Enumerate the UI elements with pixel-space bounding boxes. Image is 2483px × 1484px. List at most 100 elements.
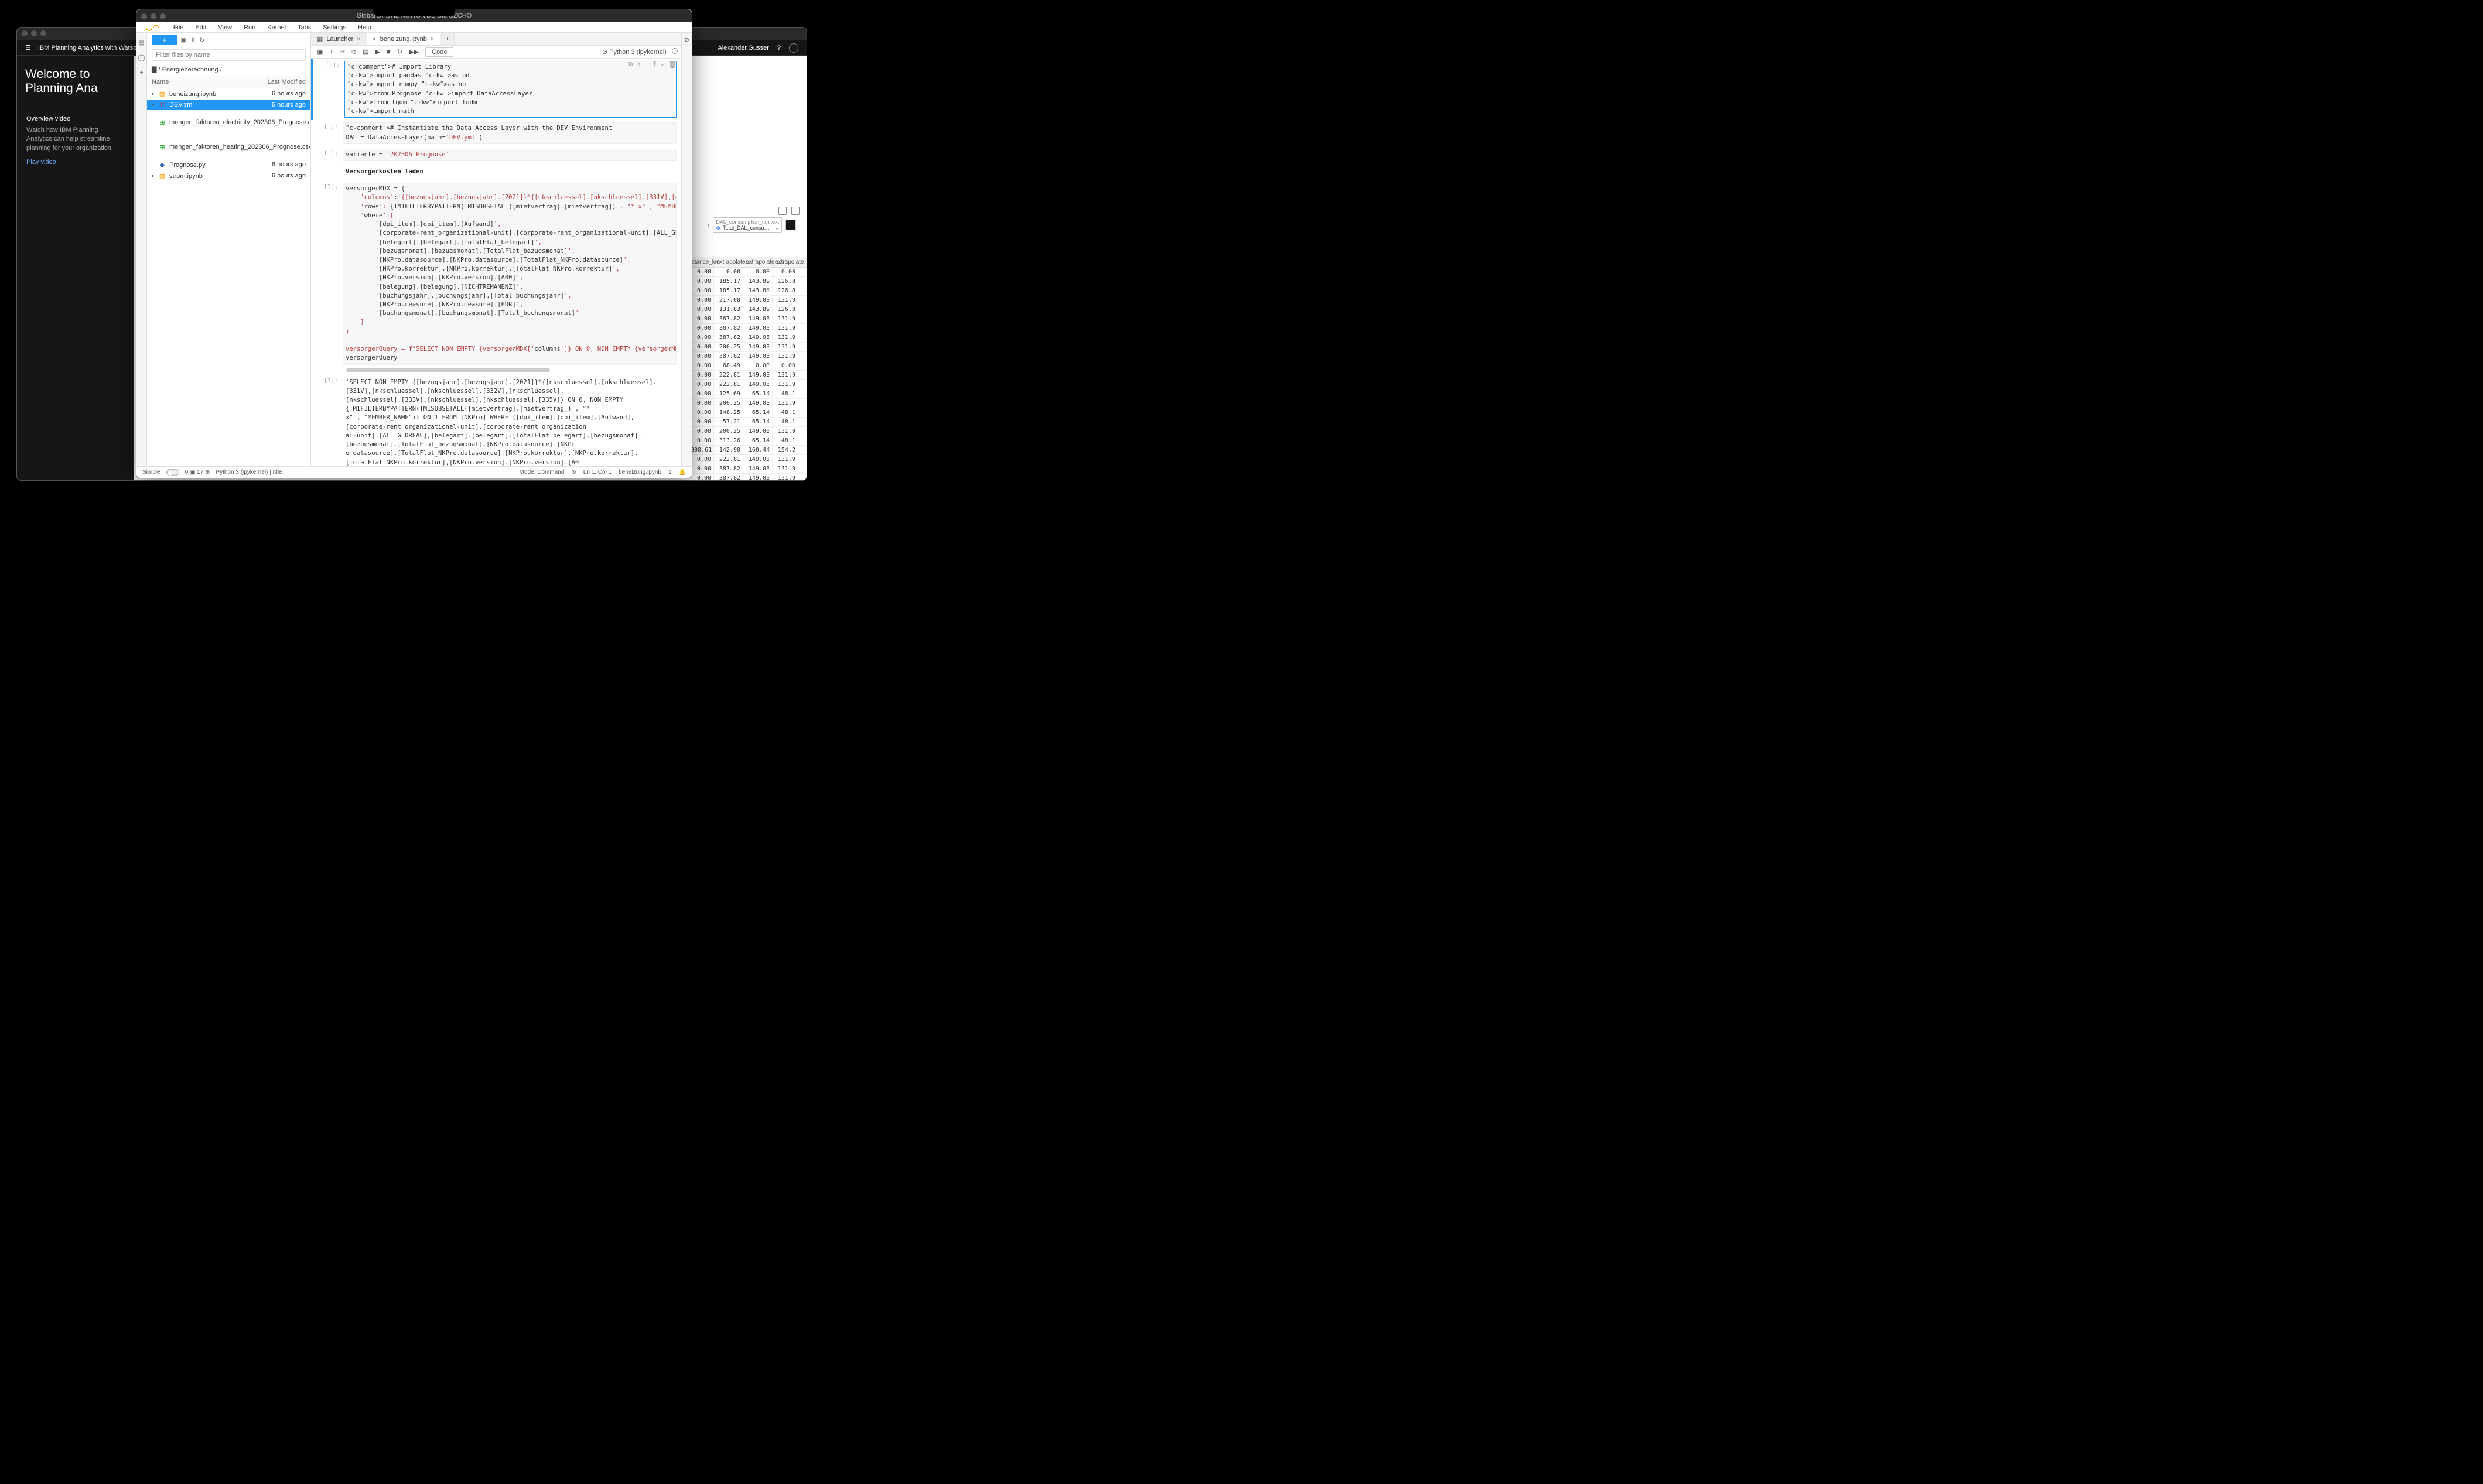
kernel-name[interactable]: Python 3 (ipykernel) xyxy=(609,49,667,56)
move-down-icon[interactable]: ↓ xyxy=(645,61,649,69)
table-row[interactable]: 0.00313.2665.1448.1 xyxy=(685,436,807,446)
table-row[interactable]: 0.0068.490.000.00 xyxy=(685,361,807,371)
watson-traffic-lights[interactable] xyxy=(22,30,50,38)
menu-settings[interactable]: Settings xyxy=(318,23,351,32)
help-icon[interactable]: ? xyxy=(777,45,781,52)
property-inspector-icon[interactable]: ⚙ xyxy=(682,33,692,47)
paste-icon[interactable]: ▤ xyxy=(363,49,368,56)
table-row[interactable]: 0.00200.25149.03131.9 xyxy=(685,343,807,352)
file-filter-input[interactable] xyxy=(152,49,306,61)
table-row[interactable]: 0.00387.82149.03131.9 xyxy=(685,474,807,480)
save-icon[interactable]: ▣ xyxy=(317,49,323,56)
watson-username[interactable]: Alexander.Gusser xyxy=(718,45,769,52)
menu-kernel[interactable]: Kernel xyxy=(262,23,291,32)
insert-above-icon[interactable]: ⤒ xyxy=(653,61,656,69)
scroll-left-icon[interactable]: ‹ xyxy=(707,221,709,229)
menu-tabs[interactable]: Tabs xyxy=(293,23,316,32)
file-row[interactable]: ⊞mengen_faktoren_electricity_202306_Prog… xyxy=(147,110,310,135)
table-row[interactable]: 0.00200.25149.03131.9 xyxy=(685,399,807,408)
table-row[interactable]: 0.00222.81149.03131.9 xyxy=(685,380,807,389)
cell-1[interactable]: [ ]: "c-comment"># Import Library "c-kw"… xyxy=(311,59,681,120)
add-cell-icon[interactable]: + xyxy=(329,49,333,56)
tab-beheizung[interactable]: • beheizung.ipynb × xyxy=(367,33,441,45)
table-row[interactable]: 0.000.000.000.00 xyxy=(685,268,807,277)
cell-3[interactable]: [ ]: variante = '202306_Prognose' xyxy=(311,146,681,163)
status-kernel[interactable]: Python 3 (ipykernel) | Idle xyxy=(216,469,282,476)
new-folder-icon[interactable]: ▣ xyxy=(181,36,187,44)
trusted-icon[interactable]: ⊘ xyxy=(602,49,607,56)
move-up-icon[interactable]: ↑ xyxy=(637,61,641,69)
copy-icon[interactable]: ⧉ xyxy=(351,49,356,56)
col-extrap1[interactable]: extrapolate… xyxy=(714,257,743,267)
chevron-down-icon[interactable]: ⌄ xyxy=(774,225,779,231)
upload-icon[interactable]: ⇧ xyxy=(190,36,196,44)
table-row[interactable]: 0.00222.81149.03131.9 xyxy=(685,371,807,380)
close-icon[interactable]: × xyxy=(357,36,360,43)
menu-file[interactable]: File xyxy=(169,23,189,32)
table-row[interactable]: 0.00200.25149.03131.9 xyxy=(685,427,807,436)
cell-4[interactable]: [7]: versorgerMDX = { 'columns':'{[bezug… xyxy=(311,180,681,367)
table-row[interactable]: 0.00217.08149.03131.9 xyxy=(685,296,807,305)
play-video-link[interactable]: Play video xyxy=(26,159,125,166)
file-row[interactable]: •▥beheizung.ipynb6 hours ago xyxy=(147,88,310,100)
menu-edit[interactable]: Edit xyxy=(190,23,211,32)
cell-2[interactable]: [ ]: "c-comment"># Instantiate the Data … xyxy=(311,120,681,146)
table-row[interactable]: 0.00387.82149.03131.9 xyxy=(685,464,807,474)
info-button[interactable]: i xyxy=(785,220,796,230)
output-scrollbar[interactable] xyxy=(346,368,550,372)
col-modified[interactable]: Last Modified xyxy=(268,78,306,86)
restart-icon[interactable]: ↻ xyxy=(397,49,402,56)
hamburger-icon[interactable]: ☰ xyxy=(25,44,31,52)
jl-traffic-lights[interactable] xyxy=(141,13,169,21)
stop-icon[interactable]: ■ xyxy=(387,49,391,56)
table-row[interactable]: 0.00387.82149.03131.9 xyxy=(685,324,807,333)
run-icon[interactable]: ▶ xyxy=(375,49,380,56)
menu-run[interactable]: Run xyxy=(239,23,260,32)
code-content[interactable]: variante = '202306_Prognose' xyxy=(343,149,677,161)
simple-mode-toggle[interactable] xyxy=(166,469,179,476)
table-row[interactable]: 0.00387.82149.03131.9 xyxy=(685,314,807,324)
col-extrap2[interactable]: extrapolate… xyxy=(743,257,773,267)
col-name[interactable]: Name xyxy=(152,78,169,86)
table-row[interactable]: 0.0057.2165.1448.1 xyxy=(685,418,807,427)
breadcrumb[interactable]: ▇ / Energieberechnung / xyxy=(147,63,310,76)
file-row[interactable]: ◆Prognose.py6 hours ago xyxy=(147,159,310,170)
table-row[interactable]: 0.00131.83143.89126.8 xyxy=(685,305,807,314)
external-icon[interactable] xyxy=(791,207,800,215)
code-content[interactable]: versorgerMDX = { 'columns':'{[bezugsjahr… xyxy=(343,183,677,364)
table-row[interactable]: 0.00387.82149.03131.9 xyxy=(685,333,807,343)
extension-icon[interactable]: ✦ xyxy=(138,69,145,76)
tab-launcher[interactable]: ▦ Launcher × xyxy=(311,33,367,45)
cut-icon[interactable]: ✂ xyxy=(340,49,345,56)
col-extrap3[interactable]: extrapolate… xyxy=(773,257,798,267)
folder-icon[interactable]: ▤ xyxy=(138,39,145,46)
user-avatar-icon[interactable] xyxy=(789,43,798,53)
new-tab-button[interactable]: + xyxy=(440,33,454,45)
menu-view[interactable]: View xyxy=(213,23,237,32)
insert-below-icon[interactable]: ⤓ xyxy=(661,61,664,69)
duplicate-icon[interactable]: ⧉ xyxy=(628,61,633,69)
menu-help[interactable]: Help xyxy=(353,23,376,32)
file-row[interactable]: •▥strom.ipynb6 hours ago xyxy=(147,170,310,182)
table-row[interactable]: 0.00185.17143.89126.8 xyxy=(685,277,807,286)
table-row[interactable]: 0.00125.6965.1448.1 xyxy=(685,389,807,399)
running-icon[interactable]: ◯ xyxy=(138,54,145,61)
table-row[interactable]: 1808.61142.98160.44154.2 xyxy=(685,446,807,455)
refresh-icon[interactable]: ↻ xyxy=(199,36,204,44)
cell-md-heading[interactable]: Versorgerkosten laden xyxy=(311,163,681,180)
context-pill-value[interactable]: Total_DAL_consu… xyxy=(723,225,770,231)
notebook-body[interactable]: [ ]: "c-comment"># Import Library "c-kw"… xyxy=(311,59,681,466)
code-content[interactable]: "c-comment"># Import Library "c-kw">impo… xyxy=(344,61,677,118)
new-launcher-button[interactable]: + xyxy=(152,35,177,45)
table-row[interactable]: 0.00185.17143.89126.8 xyxy=(685,286,807,296)
close-icon[interactable]: × xyxy=(431,36,434,43)
run-all-icon[interactable]: ▶▶ xyxy=(409,49,419,56)
bell-icon[interactable]: 🔔 xyxy=(679,469,686,476)
file-row[interactable]: •Y:DEV.yml6 hours ago xyxy=(147,100,310,110)
table-row[interactable]: 0.00148.2565.1448.1 xyxy=(685,408,807,418)
cell-type-select[interactable]: Code xyxy=(425,47,453,57)
code-content[interactable]: "c-comment"># Instantiate the Data Acces… xyxy=(343,122,677,143)
delete-cell-icon[interactable]: 🗑 xyxy=(668,61,677,69)
table-row[interactable]: 0.00222.81149.03131.9 xyxy=(685,455,807,464)
file-row[interactable]: ⊞mengen_faktoren_heating_202306_Prognose… xyxy=(147,135,310,159)
